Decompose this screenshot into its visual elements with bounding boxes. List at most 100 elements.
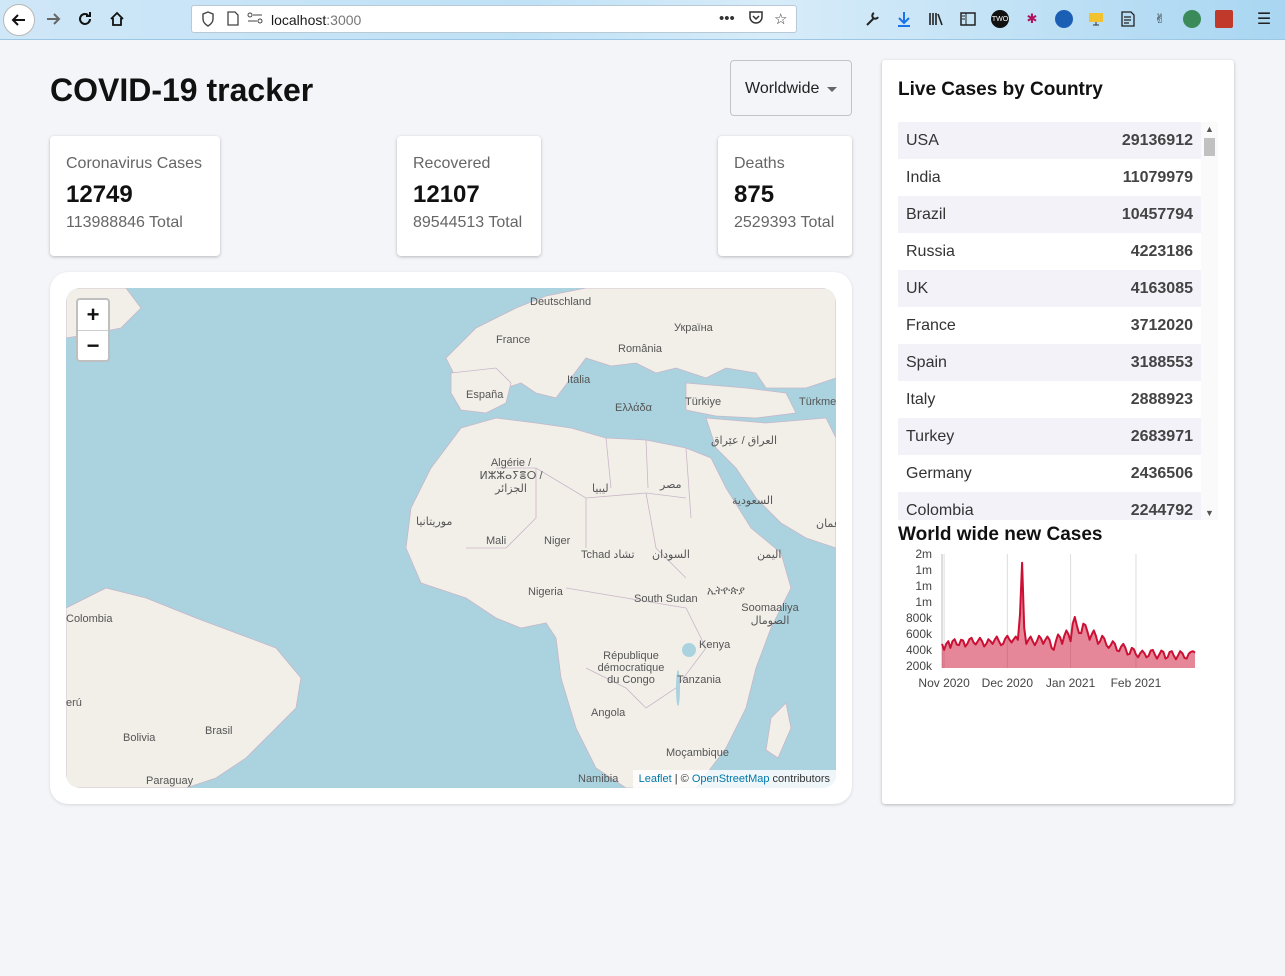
extension-snowflake-icon[interactable]: ✱ xyxy=(1023,10,1041,28)
map-label: Moçambique xyxy=(666,747,729,759)
recovered-total: 89544513 Total xyxy=(413,214,523,231)
caret-down-icon xyxy=(827,87,837,92)
reload-button[interactable] xyxy=(70,4,100,34)
sidebar-icon[interactable] xyxy=(959,10,977,28)
arrow-right-icon xyxy=(47,13,61,25)
menu-icon[interactable]: ☰ xyxy=(1255,10,1273,28)
country-cases: 2888923 xyxy=(1130,390,1193,408)
country-cases: 2436506 xyxy=(1130,464,1193,482)
zoom-out-button[interactable]: − xyxy=(78,331,108,361)
table-row: Colombia 2244792 xyxy=(898,492,1201,520)
leaflet-link[interactable]: Leaflet xyxy=(639,773,672,785)
home-icon xyxy=(110,11,124,26)
extension-notes-icon[interactable] xyxy=(1119,10,1137,28)
y-tick-label: 1m xyxy=(915,595,932,609)
osm-link[interactable]: OpenStreetMap xyxy=(692,773,770,785)
country-name: Turkey xyxy=(906,427,955,445)
page-actions-icon[interactable]: ••• xyxy=(719,10,735,27)
extension-two-icon[interactable]: TWO xyxy=(991,10,1009,28)
new-cases-chart: 2m 1m 1m 1m 800k 600k 400k 200k Nov 2020 Dec 2020… xyxy=(906,548,1196,690)
map-label: South Sudan xyxy=(634,593,698,605)
country-name: USA xyxy=(906,131,939,149)
country-cases: 29136912 xyxy=(1121,131,1193,149)
y-tick-label: 1m xyxy=(915,579,932,593)
extension-earth-icon[interactable] xyxy=(1183,10,1201,28)
map-label: Algérie / ⵍⵣⵣⴰⵢⴻⵔ / الجزائر xyxy=(479,457,543,495)
map-label: Kenya xyxy=(699,639,731,651)
map-label: عمان xyxy=(816,518,836,530)
pocket-icon[interactable] xyxy=(748,10,764,29)
forward-button[interactable] xyxy=(38,4,68,34)
deaths-total: 2529393 Total xyxy=(734,214,835,231)
x-tick-label: Jan 2021 xyxy=(1046,676,1096,690)
extension-globe-icon[interactable] xyxy=(1055,10,1073,28)
country-cases: 3188553 xyxy=(1130,353,1193,371)
scroll-thumb[interactable] xyxy=(1204,138,1215,156)
map-label: Namibia xyxy=(578,773,619,785)
map-label: العراق / عێراق xyxy=(711,435,778,447)
map-label: Ελλάδα xyxy=(615,402,653,414)
x-tick-label: Nov 2020 xyxy=(918,676,970,690)
map-label: Brasil xyxy=(205,725,233,737)
map-label: Angola xyxy=(591,707,626,719)
permissions-icon[interactable] xyxy=(247,11,263,28)
back-button[interactable] xyxy=(3,4,35,36)
country-name: Germany xyxy=(906,464,972,482)
y-tick-label: 200k xyxy=(906,659,933,673)
series-area xyxy=(942,562,1195,668)
extension-image-icon[interactable] xyxy=(1215,10,1233,28)
map-label: Soomaaliya الصومال xyxy=(741,602,799,627)
country-name: Spain xyxy=(906,353,947,371)
arrow-left-icon xyxy=(11,14,25,26)
map-label: Colombia xyxy=(66,613,113,625)
table-row: India 11079979 xyxy=(898,159,1201,196)
world-map[interactable]: Deutschland France Україна România Itali… xyxy=(66,288,836,788)
table-row: USA 29136912 xyxy=(898,122,1201,159)
map-label: România xyxy=(618,343,663,355)
recovered-card[interactable]: Recovered 12107 89544513 Total xyxy=(397,136,541,256)
country-cases: 3712020 xyxy=(1130,316,1193,334)
x-tick-label: Dec 2020 xyxy=(982,676,1034,690)
cases-today: 12749 xyxy=(66,181,133,208)
scroll-down-icon[interactable]: ▼ xyxy=(1201,506,1218,520)
address-bar[interactable]: localhost:3000 ••• ☆ xyxy=(191,5,797,33)
table-body: USA 29136912 India 11079979 Brazil 10457794 Ru… xyxy=(898,122,1218,520)
map-label: موريتانيا xyxy=(416,516,453,528)
attribution-suffix: contributors xyxy=(769,773,830,785)
map-tiles xyxy=(66,288,836,788)
cases-table[interactable]: USA 29136912 India 11079979 Brazil 10457794 Ru… xyxy=(898,122,1218,520)
map-label: Nigeria xyxy=(528,586,563,598)
zoom-in-button[interactable]: + xyxy=(78,300,108,331)
page-icon xyxy=(227,11,239,29)
extension-hand-icon[interactable]: ✌ xyxy=(1151,10,1169,28)
extension-monitor-icon[interactable] xyxy=(1087,10,1105,28)
table-scrollbar[interactable]: ▲ ▼ xyxy=(1201,122,1218,520)
library-icon[interactable] xyxy=(927,10,945,28)
cases-card[interactable]: Coronavirus Cases 12749 113988846 Total xyxy=(50,136,220,256)
map-label: Bolivia xyxy=(123,732,156,744)
x-tick-label: Feb 2021 xyxy=(1111,676,1162,690)
home-button[interactable] xyxy=(102,4,132,34)
map-label: اليمن xyxy=(757,549,782,561)
map-label: Paraguay xyxy=(146,775,194,787)
table-row: Germany 2436506 xyxy=(898,455,1201,492)
map-label: ኢትዮጵያ xyxy=(707,585,745,597)
table-row: Russia 4223186 xyxy=(898,233,1201,270)
chart-title: World wide new Cases xyxy=(898,524,1103,545)
y-tick-label: 2m xyxy=(915,548,932,561)
country-cases: 2683971 xyxy=(1130,427,1193,445)
attribution-separator: | © xyxy=(671,773,692,785)
y-tick-label: 1m xyxy=(915,563,932,577)
map-container: Deutschland France Україна România Itali… xyxy=(50,272,852,804)
map-label: République démocratique du Congo xyxy=(597,650,665,686)
download-icon[interactable] xyxy=(895,10,913,28)
wrench-icon[interactable] xyxy=(863,10,881,28)
scroll-up-icon[interactable]: ▲ xyxy=(1201,122,1218,136)
country-select[interactable]: Worldwide xyxy=(730,60,852,116)
deaths-card[interactable]: Deaths 875 2529393 Total xyxy=(718,136,852,256)
country-name: Italy xyxy=(906,390,936,408)
country-cases: 4223186 xyxy=(1130,242,1193,260)
table-title: Live Cases by Country xyxy=(898,79,1103,100)
bookmark-star-icon[interactable]: ☆ xyxy=(774,10,787,28)
country-select-value: Worldwide xyxy=(745,80,820,97)
